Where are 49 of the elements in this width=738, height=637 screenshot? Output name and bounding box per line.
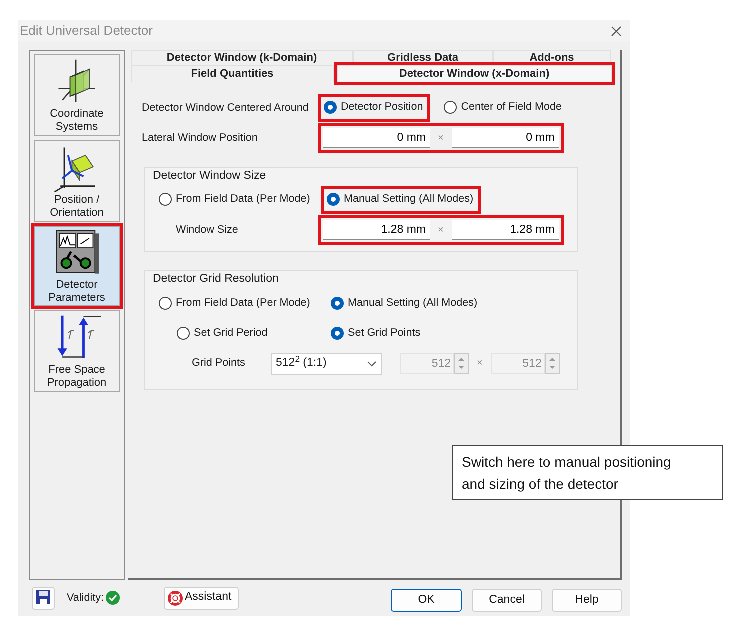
save-button[interactable]: [32, 586, 55, 610]
spinner-arrows-icon: [454, 353, 469, 374]
tab[interactable]: Detector Window (x-Domain): [337, 65, 612, 82]
window-title: Edit Universal Detector: [20, 22, 153, 40]
radio-button[interactable]: [331, 327, 344, 340]
number-field[interactable]: 1.28 mm: [323, 220, 430, 240]
field-label: Grid Points: [191, 356, 246, 372]
validity-label: Validity:: [67, 590, 104, 606]
dialog-button[interactable]: OK: [391, 589, 462, 612]
close-icon[interactable]: [611, 26, 622, 36]
grid-points-dropdown[interactable]: 512$^{2}$ (1:1): [271, 352, 382, 374]
tab[interactable]: Detector Window (k-Domain): [131, 50, 353, 65]
times-sign: ×: [437, 224, 445, 238]
field-label: Lateral Window Position: [142, 130, 259, 146]
radio-button[interactable]: [327, 192, 340, 206]
field-label: Detector Window Centered Around: [142, 100, 310, 116]
number-field[interactable]: 0 mm: [452, 128, 559, 148]
check-circle-icon: [106, 591, 120, 605]
radio-button[interactable]: [159, 192, 172, 206]
field-label: Window Size: [175, 223, 240, 238]
sidebar-item[interactable]: Free Space Propagation: [34, 310, 120, 392]
radio-button[interactable]: [159, 297, 172, 310]
radio-option[interactable]: Manual Setting (All Modes): [324, 189, 478, 210]
assistant-button[interactable]: Assistant: [164, 586, 239, 610]
radio-option[interactable]: From Field Data (Per Mode): [156, 189, 314, 210]
radio-button[interactable]: [444, 100, 458, 114]
chevron-down-icon: [367, 360, 377, 366]
tab[interactable]: Field Quantities: [131, 65, 334, 82]
radio-option[interactable]: Detector Position: [321, 97, 428, 118]
sidebar-item[interactable]: Position / Orientation: [34, 140, 120, 222]
callout-note: Switch here to manual positioning and sizing of the detector: [452, 445, 723, 500]
radio-button[interactable]: [324, 100, 337, 114]
radio-option[interactable]: Set Grid Points: [328, 323, 425, 344]
lifebuoy-icon: [168, 590, 184, 606]
number-field[interactable]: 0 mm: [323, 128, 430, 148]
number-field[interactable]: 1.28 mm: [452, 220, 559, 240]
radio-button[interactable]: [177, 327, 190, 340]
dialog-button[interactable]: Cancel: [472, 589, 542, 612]
spinner-arrows-icon: [544, 353, 560, 374]
sidebar-item[interactable]: Detector Parameters: [34, 226, 120, 306]
radio-button[interactable]: [331, 297, 344, 310]
sidebar-item[interactable]: Coordinate Systems: [34, 54, 120, 136]
times-sign: ×: [437, 132, 445, 146]
radio-option[interactable]: Center of Field Mode: [441, 97, 566, 118]
radio-option[interactable]: From Field Data (Per Mode): [156, 293, 328, 314]
times-sign: ×: [476, 357, 484, 371]
radio-option[interactable]: Set Grid Period: [174, 323, 328, 344]
radio-option[interactable]: Manual Setting (All Modes): [328, 293, 482, 314]
dialog-button[interactable]: Help: [552, 589, 622, 612]
